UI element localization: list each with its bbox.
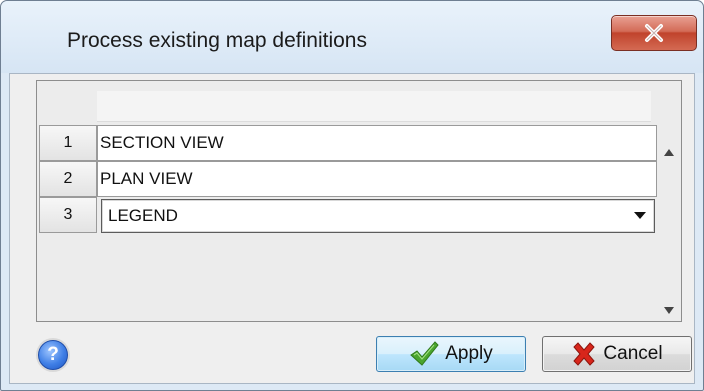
vertical-scrollbar[interactable] [657, 125, 681, 321]
close-x-icon [645, 24, 663, 42]
row-number: 3 [63, 206, 73, 223]
map-definitions-grid: 1 SECTION VIEW 2 PLAN VIEW 3 LEGEND [36, 80, 682, 322]
window-title: Process existing map definitions [67, 29, 367, 52]
cell-value: SECTION VIEW [100, 133, 224, 152]
triangle-down-icon [664, 306, 674, 314]
grid-cell-row-2[interactable]: PLAN VIEW [97, 161, 657, 197]
row-number: 1 [63, 134, 73, 151]
dialog-window: Process existing map definitions 1 SECTI… [0, 0, 704, 391]
help-icon: ? [47, 344, 59, 365]
row-header-3[interactable]: 3 [39, 197, 97, 233]
help-button[interactable]: ? [38, 340, 68, 370]
scroll-down-button[interactable] [661, 303, 677, 317]
close-button[interactable] [611, 15, 697, 51]
checkmark-icon [410, 341, 439, 366]
row-number: 2 [63, 170, 73, 187]
cancel-label: Cancel [603, 343, 663, 364]
chevron-down-icon[interactable] [634, 212, 646, 220]
dialog-body: 1 SECTION VIEW 2 PLAN VIEW 3 LEGEND ? Ap… [9, 73, 695, 384]
row-header-2[interactable]: 2 [39, 161, 97, 197]
cell-value: PLAN VIEW [100, 169, 193, 188]
dropdown-value: LEGEND [108, 206, 178, 225]
grid-cell-row-1[interactable]: SECTION VIEW [97, 125, 657, 161]
grid-header [97, 91, 651, 122]
apply-button[interactable]: Apply [376, 336, 526, 372]
cancel-button[interactable]: Cancel [542, 336, 692, 372]
row-header-1[interactable]: 1 [39, 125, 97, 161]
title-bar[interactable]: Process existing map definitions [1, 1, 703, 73]
scroll-track[interactable] [657, 165, 681, 295]
scroll-up-button[interactable] [661, 145, 677, 159]
apply-label: Apply [445, 343, 493, 364]
legend-dropdown[interactable]: LEGEND [101, 199, 655, 233]
red-x-icon [573, 342, 596, 366]
triangle-up-icon [664, 148, 674, 156]
